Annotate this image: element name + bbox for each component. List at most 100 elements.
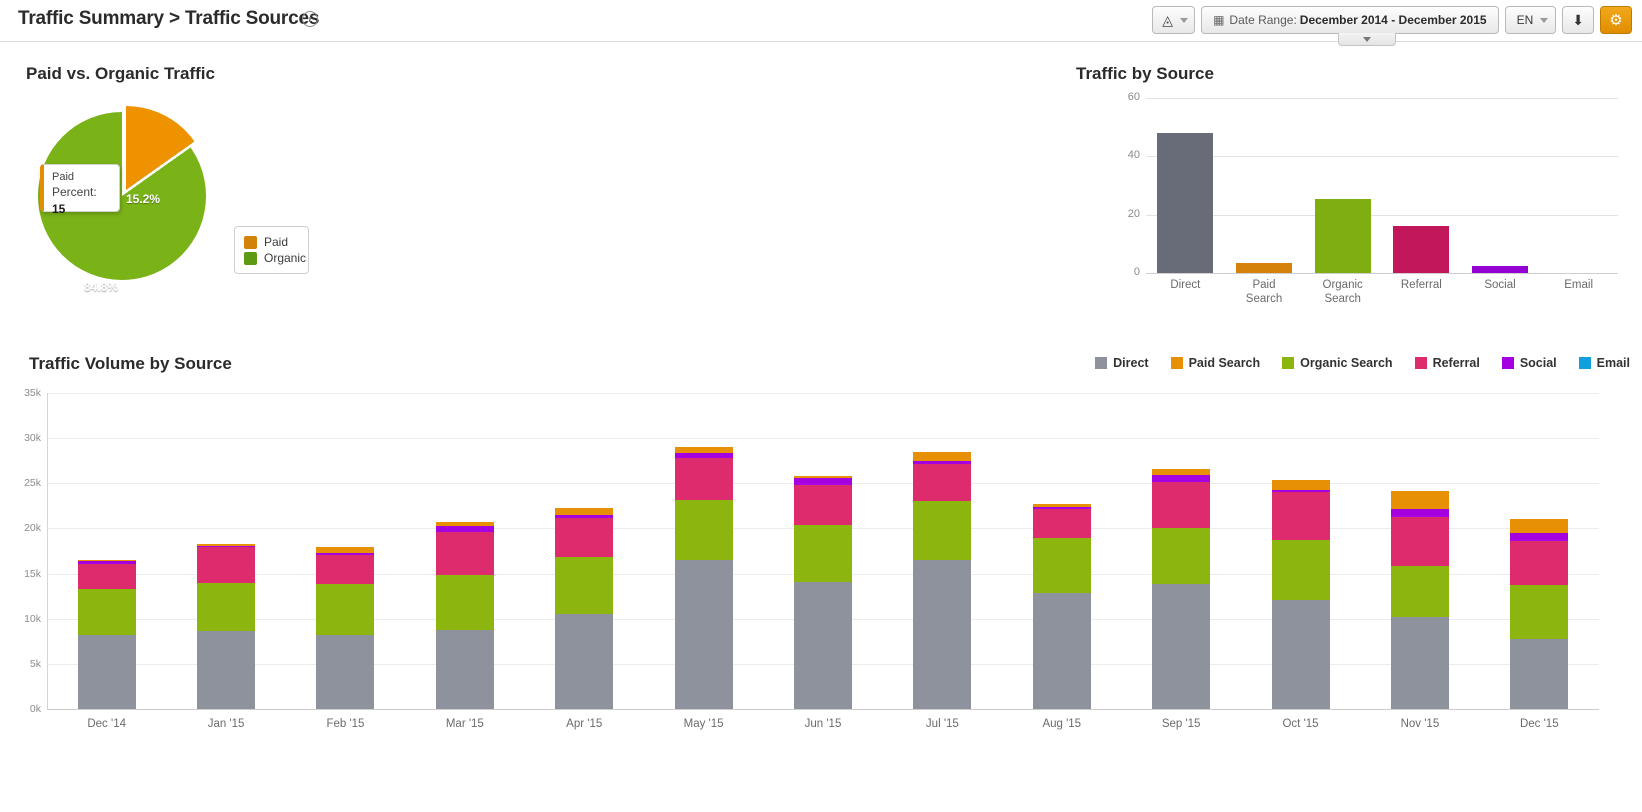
- bar-segment-paid-search[interactable]: [1510, 518, 1569, 533]
- stacked-bar[interactable]: [1510, 518, 1569, 709]
- color-swatch: [1578, 357, 1591, 369]
- pie-legend-label-organic: Organic: [264, 251, 307, 265]
- x-axis-tick-label: Social: [1484, 279, 1516, 291]
- bar-segment-referral[interactable]: [794, 485, 852, 525]
- bar-segment-direct[interactable]: [1271, 599, 1330, 709]
- bar-segment-referral[interactable]: [1152, 481, 1211, 529]
- bar-segment-referral[interactable]: [913, 464, 972, 502]
- pie-legend-item-paid[interactable]: Paid: [244, 235, 299, 249]
- legend-label: Direct: [1113, 356, 1149, 370]
- bar-segment-referral[interactable]: [435, 532, 494, 575]
- bar-segment-direct[interactable]: [77, 634, 136, 709]
- bar-segment-direct[interactable]: [1152, 584, 1211, 709]
- bar-segment-paid-search[interactable]: [555, 508, 614, 516]
- traffic-by-source-bars: [1146, 98, 1618, 273]
- bar-segment-paid-search[interactable]: [913, 451, 972, 461]
- bar-segment-direct[interactable]: [674, 560, 733, 709]
- bar-social[interactable]: [1472, 265, 1528, 273]
- stacked-bar[interactable]: [913, 451, 972, 709]
- bar-segment-organic-search[interactable]: [435, 574, 494, 630]
- legend-item-email[interactable]: Email: [1578, 356, 1630, 370]
- legend-item-social[interactable]: Social: [1501, 356, 1557, 370]
- legend-item-paid-search[interactable]: Paid Search: [1170, 356, 1260, 370]
- toolbar-expand-button[interactable]: [1338, 33, 1396, 46]
- bar-segment-organic-search[interactable]: [197, 582, 256, 632]
- bar-segment-referral[interactable]: [1032, 508, 1091, 539]
- bar-segment-referral[interactable]: [674, 458, 733, 501]
- bar-segment-paid-search[interactable]: [1271, 479, 1330, 490]
- bar-segment-organic-search[interactable]: [555, 557, 614, 615]
- bar-segment-organic-search[interactable]: [316, 584, 375, 635]
- bar-segment-social[interactable]: [1510, 532, 1569, 542]
- calendar-icon: ▦: [1213, 13, 1225, 27]
- bar-segment-referral[interactable]: [316, 554, 375, 585]
- date-range-label: Date Range:: [1229, 13, 1297, 27]
- legend-item-referral[interactable]: Referral: [1414, 356, 1480, 370]
- bar-segment-referral[interactable]: [1510, 541, 1569, 586]
- bar-segment-referral[interactable]: [197, 547, 256, 583]
- bar-segment-organic-search[interactable]: [1271, 540, 1330, 600]
- x-axis-tick-label: Jul '15: [925, 718, 959, 730]
- stacked-bar[interactable]: [555, 508, 614, 709]
- legend-item-direct[interactable]: Direct: [1095, 356, 1149, 370]
- bar-segment-direct[interactable]: [435, 629, 494, 709]
- bar-segment-direct[interactable]: [555, 614, 614, 709]
- bar-segment-direct[interactable]: [1032, 592, 1091, 709]
- bar-paid-search[interactable]: [1236, 262, 1292, 273]
- traffic-by-source-title: Traffic by Source: [1076, 64, 1214, 83]
- bar-segment-organic-search[interactable]: [1390, 566, 1449, 617]
- stacked-bar[interactable]: [77, 560, 136, 709]
- stacked-bar[interactable]: [197, 544, 256, 709]
- stacked-bar[interactable]: [1152, 468, 1211, 709]
- settings-button[interactable]: ⚙: [1600, 6, 1632, 34]
- stacked-bar[interactable]: [1271, 479, 1330, 709]
- bar-segment-social[interactable]: [794, 477, 852, 486]
- color-swatch-organic: [244, 251, 257, 265]
- stacked-bar[interactable]: [435, 522, 494, 709]
- bar-segment-referral[interactable]: [555, 517, 614, 558]
- x-axis-tick-label: Mar '15: [445, 718, 484, 730]
- bar-segment-organic-search[interactable]: [1032, 538, 1091, 593]
- bar-segment-organic-search[interactable]: [1152, 528, 1211, 585]
- legend-item-organic-search[interactable]: Organic Search: [1282, 356, 1393, 370]
- bar-segment-organic-search[interactable]: [794, 524, 852, 582]
- stacked-bar[interactable]: [316, 546, 375, 709]
- bar-segment-direct[interactable]: [1510, 639, 1569, 709]
- color-swatch: [1170, 357, 1183, 369]
- bar-organic-search[interactable]: [1314, 198, 1371, 273]
- y-axis-tick-label: 5k: [29, 657, 41, 670]
- bar-segment-direct[interactable]: [316, 634, 375, 709]
- date-range-button[interactable]: ▦ Date Range: December 2014 - December 2…: [1201, 6, 1499, 34]
- bar-direct[interactable]: [1157, 133, 1214, 273]
- bar-segment-social[interactable]: [1390, 508, 1449, 517]
- download-icon: ⬇: [1572, 11, 1584, 28]
- bar-segment-organic-search[interactable]: [1510, 585, 1569, 640]
- bar-segment-direct[interactable]: [913, 560, 972, 709]
- traffic-volume-x-axis: [47, 709, 1599, 710]
- bar-referral[interactable]: [1393, 226, 1450, 273]
- bar-segment-organic-search[interactable]: [77, 588, 136, 635]
- bar-segment-direct[interactable]: [1390, 616, 1449, 709]
- bar-segment-organic-search[interactable]: [674, 500, 733, 561]
- bar-segment-paid-search[interactable]: [1390, 490, 1449, 509]
- bar-segment-referral[interactable]: [1390, 516, 1449, 567]
- cube-icon: ◬: [1162, 12, 1174, 28]
- color-swatch: [1095, 357, 1108, 369]
- download-button[interactable]: ⬇: [1562, 6, 1594, 34]
- language-label: EN: [1516, 13, 1534, 27]
- dashboard-selector-button[interactable]: ◬: [1152, 6, 1196, 34]
- stacked-bar[interactable]: [674, 447, 733, 709]
- color-swatch: [1282, 357, 1295, 369]
- bar-segment-organic-search[interactable]: [913, 501, 972, 561]
- bar-segment-referral[interactable]: [1271, 492, 1330, 541]
- language-selector-button[interactable]: EN: [1504, 6, 1557, 34]
- pie-legend-item-organic[interactable]: Organic: [244, 251, 306, 265]
- bar-segment-referral[interactable]: [77, 563, 136, 589]
- bar-segment-direct[interactable]: [197, 631, 256, 709]
- traffic-by-source-panel: Traffic by Source 0 20 40 60 Direct Paid Sear…: [1062, 52, 1642, 322]
- stacked-bar[interactable]: [1390, 490, 1449, 709]
- info-icon[interactable]: i: [302, 11, 318, 27]
- bar-segment-direct[interactable]: [794, 581, 852, 709]
- stacked-bar[interactable]: [1032, 504, 1091, 709]
- stacked-bar[interactable]: [794, 476, 852, 709]
